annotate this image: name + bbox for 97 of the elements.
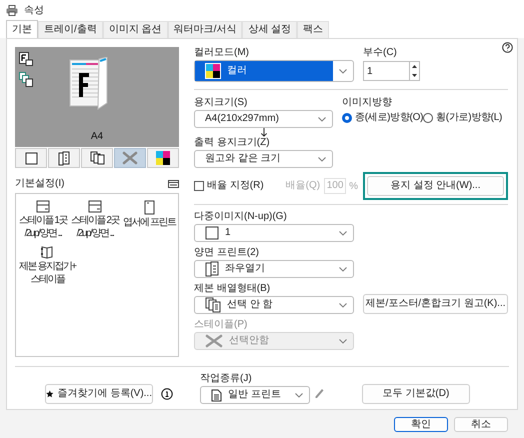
radio-option[interactable]: 종(세로)방향(O) — [342, 112, 424, 124]
preset-label: /2up/양면 ... — [76, 228, 114, 239]
preset-label: 스테이플 — [30, 274, 64, 285]
field-label: 이미지방향 — [342, 97, 393, 108]
dropdown[interactable]: 원고와 같은 크기 — [194, 150, 333, 168]
info-icon[interactable] — [161, 388, 173, 400]
field-label: 스테이플(P) — [194, 319, 248, 330]
dropdown[interactable]: 좌우열기 — [194, 260, 354, 278]
button[interactable]: 제본/포스터/혼합크기 원고(K)... — [363, 294, 508, 314]
dropdown-value: A4(210x297mm) — [205, 113, 280, 125]
chevron-icon — [295, 392, 303, 398]
field-label: 작업종류(J) — [200, 373, 253, 384]
window-title: 속성 — [24, 4, 44, 18]
chevron-icon — [339, 302, 347, 308]
preset-item[interactable]: 스테이플 2곳 /2up/양면 ... — [70, 200, 120, 239]
pencil-icon[interactable] — [314, 388, 324, 400]
cancel-button[interactable]: 취소 — [454, 417, 508, 432]
ok-button[interactable]: 확인 — [394, 417, 448, 432]
list-view-icon[interactable] — [168, 180, 179, 188]
duplex-pages-icon — [205, 261, 219, 277]
preset-page-icon — [88, 200, 102, 213]
page-icon — [205, 226, 219, 240]
preset-item[interactable]: 스테이플 1곳 /2up/양면 ... — [18, 200, 68, 239]
staple-icon — [205, 334, 223, 348]
spin-buttons[interactable] — [410, 61, 420, 81]
chevron-icon — [318, 156, 326, 162]
page-settings-icon — [19, 52, 33, 66]
chevron-icon — [339, 68, 347, 74]
folded-booklet-icon — [40, 245, 54, 259]
chevron-icon — [339, 338, 347, 344]
preset-label: 스테이플 1곳 — [19, 215, 67, 226]
field-label: 부수(C) — [363, 47, 398, 58]
tab[interactable]: 이미지 옵션 — [102, 21, 168, 38]
down-arrow-icon — [260, 128, 268, 137]
preset-label: /2up/양면 ... — [24, 228, 62, 239]
preset-page-icon — [36, 200, 50, 213]
chevron-icon — [339, 266, 347, 272]
postcard-icon — [144, 200, 155, 215]
page-icon — [24, 152, 38, 164]
staple-icon — [122, 151, 138, 165]
down-arrow-icon — [412, 74, 417, 77]
field-label: 용지크기(S) — [194, 97, 248, 108]
color-swatch-icon — [206, 64, 220, 78]
radio-button[interactable] — [342, 113, 352, 123]
star-icon — [46, 389, 54, 399]
tab[interactable]: 트레이/출력 — [38, 21, 103, 38]
dropdown-value: 선택 안 함 — [227, 299, 274, 311]
stacked-pages-icon — [205, 297, 221, 313]
collate-pages-icon — [19, 72, 33, 87]
radio-option[interactable]: 횡(가로)방향(L) — [423, 112, 502, 124]
field-label: 제본 배열형태(B) — [194, 283, 272, 294]
dropdown[interactable]: A4(210x297mm) — [194, 110, 333, 128]
dropdown[interactable]: 일반 프린트 — [200, 386, 310, 404]
stacked-pages-icon — [90, 151, 104, 165]
dropdown-value: 일반 프린트 — [228, 389, 282, 401]
chevron-icon — [339, 230, 347, 236]
dropdown-value: 원고와 같은 크기 — [205, 153, 282, 165]
presets-label: 기본설정(I) — [15, 178, 64, 190]
dropdown[interactable]: 선택 안 함 — [194, 296, 354, 314]
dropdown-value: 1 — [225, 227, 232, 239]
preset-label: 엽서에 프린트 — [123, 217, 176, 228]
chevron-icon — [318, 116, 326, 122]
help-icon[interactable] — [502, 42, 513, 53]
ratio-label: 배율(Q) — [286, 180, 320, 192]
copies-field[interactable]: 1 — [363, 61, 410, 81]
view-button[interactable] — [147, 148, 179, 168]
view-button[interactable] — [15, 148, 47, 168]
dropdown-value: 컬러 — [227, 65, 247, 77]
field-label: 다중이미지(N-up)(G) — [194, 211, 288, 222]
document-icon — [211, 388, 222, 402]
tab[interactable]: 워터마크/서식 — [168, 21, 242, 38]
up-arrow-icon — [412, 65, 417, 68]
preset-item[interactable]: 제본 용지접기+ 스테이플 — [18, 245, 77, 285]
button[interactable]: 즐겨찾기에 등록(V)... — [45, 384, 153, 404]
view-button[interactable] — [48, 148, 80, 168]
button[interactable]: 모두 기본값(D) — [362, 384, 470, 404]
button[interactable]: 용지 설정 안내(W)... — [367, 176, 504, 196]
field-label: 양면 프린트(2) — [194, 247, 260, 258]
preset-item[interactable]: 엽서에 프린트 — [122, 200, 176, 239]
duplex-pages-icon — [58, 150, 70, 166]
paper-size-label: A4 — [90, 131, 104, 143]
color-swatch-icon — [156, 151, 170, 165]
view-button[interactable] — [81, 148, 113, 168]
dropdown-value: 선택안함 — [229, 335, 270, 347]
dropdown-value: 좌우열기 — [225, 263, 266, 275]
dropdown[interactable]: 컬러 — [194, 60, 354, 82]
preset-label: 제본 용지접기+ — [19, 261, 76, 272]
tab[interactable]: 상세 설정 — [242, 21, 298, 38]
preset-label: 스테이플 2곳 — [71, 215, 119, 226]
dropdown[interactable]: 1 — [194, 224, 354, 242]
tab[interactable]: 팩스 — [297, 21, 330, 38]
field-label: 컬러모드(M) — [194, 47, 250, 58]
field-label: 출력 용지크기(Z) — [194, 137, 271, 148]
percent-label: % — [349, 180, 358, 194]
printer-icon — [6, 4, 18, 16]
radio-button[interactable] — [423, 113, 434, 123]
tab[interactable]: 기본 — [6, 20, 38, 38]
